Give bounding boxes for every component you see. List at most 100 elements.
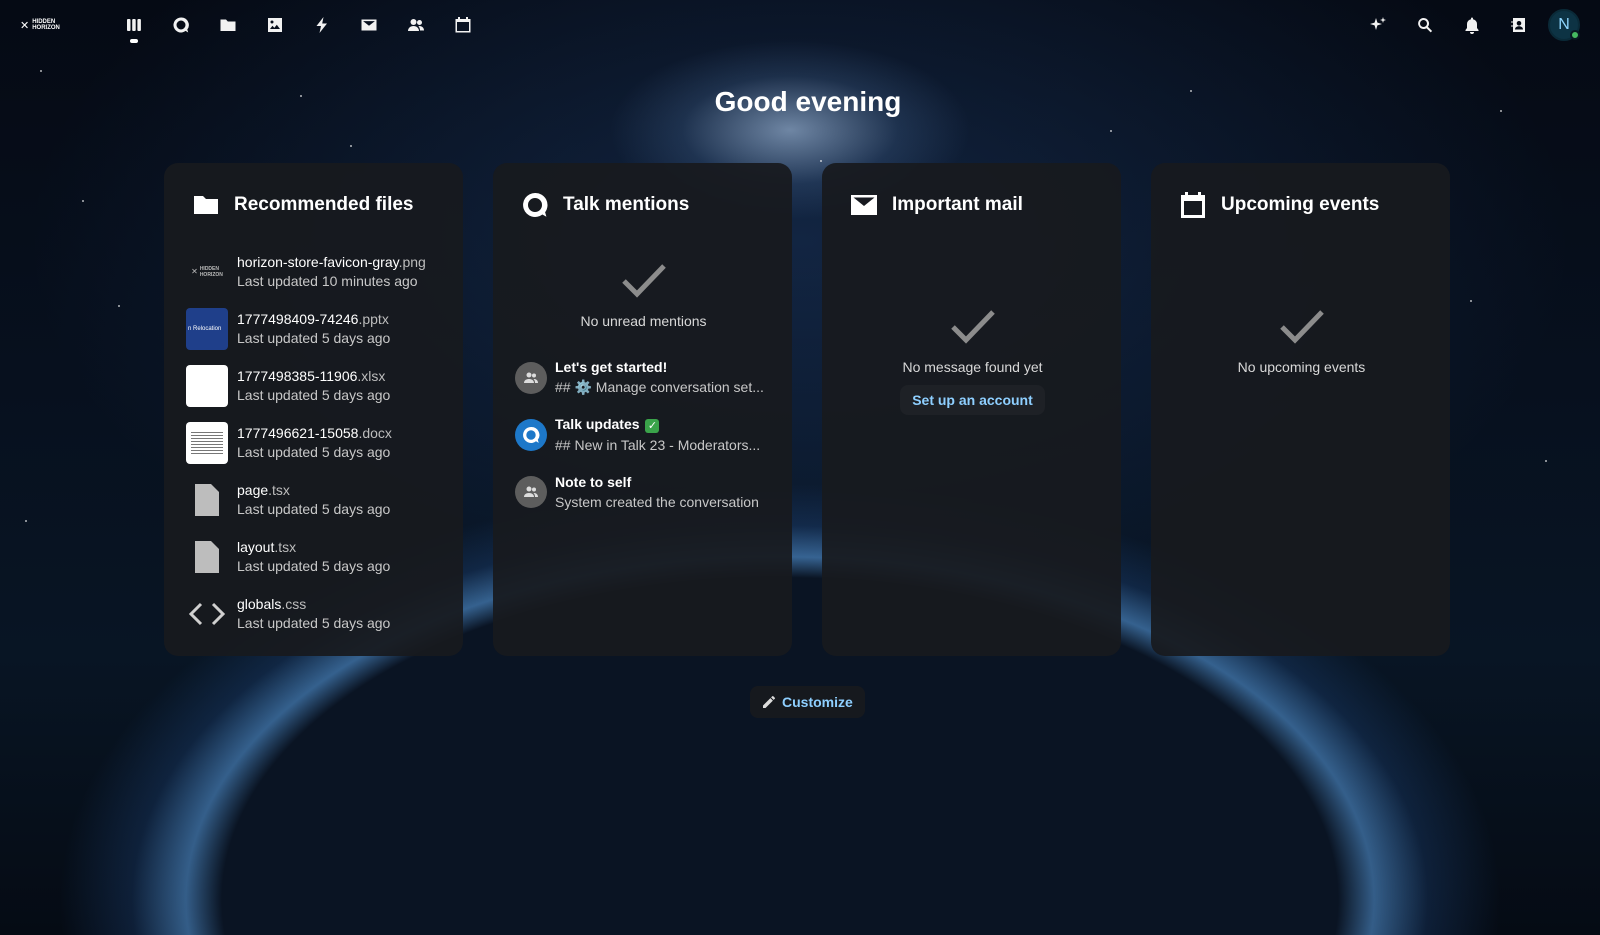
user-initial: N <box>1558 16 1570 33</box>
file-row[interactable]: 1777496621-15058.docx Last updated 5 day… <box>186 414 443 471</box>
image-icon <box>267 18 282 32</box>
file-updated: Last updated 5 days ago <box>237 444 391 460</box>
mail-icon <box>361 19 376 31</box>
nav-talk[interactable] <box>157 5 204 45</box>
customize-button[interactable]: Customize <box>750 686 865 718</box>
assistant-button[interactable] <box>1354 5 1401 45</box>
empty-state: No message found yet Set up an account <box>844 307 1101 415</box>
mail-icon <box>851 195 877 215</box>
nav-mail[interactable] <box>345 5 392 45</box>
important-mail-panel: Important mail No message found yet Set … <box>822 163 1121 656</box>
file-name: layout.tsx <box>237 539 297 555</box>
lightning-icon <box>316 17 327 33</box>
panel-header[interactable]: Talk mentions <box>521 189 772 221</box>
file-row[interactable]: ✕ HIDDEN HORIZON horizon-store-favicon-gr… <box>186 243 443 300</box>
conversation-avatar <box>515 418 547 451</box>
file-thumbnail <box>186 364 228 407</box>
panel-header[interactable]: Recommended files <box>192 189 443 221</box>
file-thumbnail: n Relocation <box>186 307 228 350</box>
page-greeting: Good evening <box>714 86 902 117</box>
file-thumbnail: ✕ HIDDEN HORIZON <box>191 265 223 278</box>
file-row[interactable]: 1777498385-11906.xlsx Last updated 5 day… <box>186 357 443 414</box>
empty-state: No unread mentions <box>515 261 772 329</box>
file-thumbnail <box>186 421 228 464</box>
checkmark-icon <box>621 264 666 298</box>
checkmark-icon <box>1279 310 1324 344</box>
conversation-name: Talk updates <box>555 416 640 432</box>
talk-mentions-panel: Talk mentions No unread mentions Let's g… <box>493 163 792 656</box>
check-badge-icon: ✓ <box>645 419 660 433</box>
pencil-icon <box>763 695 776 708</box>
contacts-menu-icon <box>1511 18 1525 32</box>
conversation-item[interactable]: Note to self System created the conversa… <box>515 463 772 520</box>
file-thumbnail <box>186 536 228 578</box>
contacts-icon <box>407 19 424 31</box>
file-updated: Last updated 5 days ago <box>237 615 391 631</box>
panel-header[interactable]: Upcoming events <box>1179 189 1430 221</box>
document-icon <box>195 483 219 516</box>
nav-files[interactable] <box>204 5 251 45</box>
panel-header[interactable]: Important mail <box>850 189 1101 221</box>
talk-icon <box>172 17 189 33</box>
file-row[interactable]: globals.css Last updated 5 days ago <box>186 585 443 642</box>
online-status-badge <box>1570 30 1580 40</box>
conversation-avatar <box>515 361 547 394</box>
upcoming-events-panel: Upcoming events No upcoming events <box>1151 163 1450 656</box>
nav-activity[interactable] <box>298 5 345 45</box>
file-updated: Last updated 5 days ago <box>237 387 391 403</box>
nav-photos[interactable] <box>251 5 298 45</box>
empty-text: No upcoming events <box>1237 359 1366 375</box>
dashboard-icon <box>126 19 141 31</box>
recommended-files-panel: Recommended files ✕ HIDDEN HORIZON horizo… <box>164 163 463 656</box>
file-row[interactable]: layout.tsx Last updated 5 days ago <box>186 528 443 585</box>
file-name: 1777498385-11906.xlsx <box>237 368 386 384</box>
checkmark-icon <box>950 310 995 344</box>
setup-account-button[interactable]: Set up an account <box>900 385 1045 415</box>
conversation-avatar <box>515 475 547 508</box>
conversation-name: Let's get started! <box>555 359 668 375</box>
panel-title: Important mail <box>892 194 1023 215</box>
folder-icon <box>194 196 218 214</box>
brand-logo[interactable]: ✕ HIDDEN HORIZON <box>20 19 80 32</box>
empty-text: No unread mentions <box>580 313 707 329</box>
group-icon <box>524 372 538 383</box>
user-avatar[interactable]: N <box>1548 9 1580 41</box>
file-thumbnail <box>186 593 228 635</box>
contacts-menu-button[interactable] <box>1495 5 1542 45</box>
nav-calendar[interactable] <box>439 5 486 45</box>
notifications-button[interactable] <box>1448 5 1495 45</box>
logo-line2: HORIZON <box>32 25 60 31</box>
file-updated: Last updated 10 minutes ago <box>237 273 418 289</box>
conversation-preview: ## ⚙️ Manage conversation set... <box>555 379 764 395</box>
file-updated: Last updated 5 days ago <box>237 501 391 517</box>
file-name: horizon-store-favicon-gray.png <box>237 254 426 270</box>
file-list: ✕ HIDDEN HORIZON horizon-store-favicon-gr… <box>186 243 443 642</box>
conversation-item[interactable]: Talk updates ✓ ## New in Talk 23 - Moder… <box>515 406 772 463</box>
document-icon <box>195 540 219 573</box>
customize-label: Customize <box>782 694 853 710</box>
top-bar: ✕ HIDDEN HORIZON N <box>0 0 1600 50</box>
file-row[interactable]: page.tsx Last updated 5 days ago <box>186 471 443 528</box>
nav-contacts[interactable] <box>392 5 439 45</box>
file-updated: Last updated 5 days ago <box>237 558 391 574</box>
conversation-item[interactable]: Let's get started! ## ⚙️ Manage conversa… <box>515 349 772 406</box>
talk-icon <box>523 426 540 443</box>
panel-title: Recommended files <box>234 194 414 215</box>
file-name: 1777498409-74246.pptx <box>237 311 389 327</box>
search-button[interactable] <box>1401 5 1448 45</box>
empty-state: No upcoming events <box>1173 307 1430 375</box>
file-name: 1777496621-15058.docx <box>237 425 392 441</box>
group-icon <box>524 486 538 497</box>
code-icon <box>188 602 226 625</box>
conversation-list: Let's get started! ## ⚙️ Manage conversa… <box>515 349 772 520</box>
nav-dashboard[interactable] <box>110 5 157 45</box>
bell-icon <box>1465 17 1478 34</box>
assistant-sparkle-icon <box>1369 17 1386 30</box>
conversation-preview: ## New in Talk 23 - Moderators... <box>555 437 761 453</box>
folder-icon <box>220 19 235 31</box>
panel-title: Talk mentions <box>563 194 690 215</box>
search-icon <box>1417 18 1432 33</box>
dashboard-panels: Recommended files ✕ HIDDEN HORIZON horizo… <box>164 163 1450 656</box>
file-row[interactable]: n Relocation 1777498409-74246.pptx Last … <box>186 300 443 357</box>
logo-mark-icon: ✕ <box>20 19 30 32</box>
